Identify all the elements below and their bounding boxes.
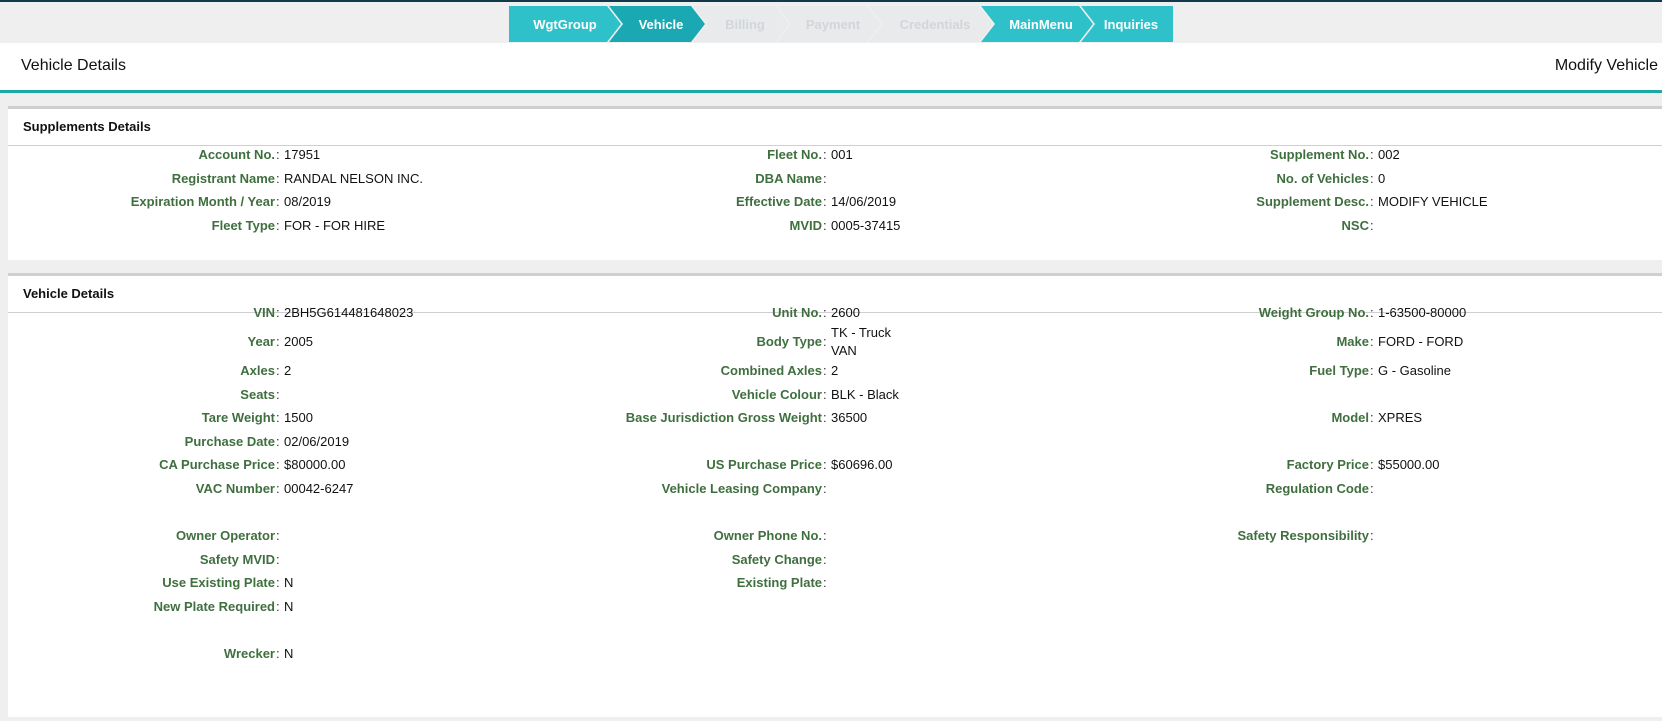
field-supplement-desc: Supplement Desc.: MODIFY VEHICLE (0, 194, 1662, 214)
page-title: Vehicle Details (21, 57, 126, 74)
step-label: Vehicle (638, 16, 684, 32)
field-separator: : (276, 646, 280, 661)
field-separator: : (1370, 194, 1374, 209)
field-purchase-date: Purchase Date:02/06/2019 (0, 434, 1662, 454)
field-no-of-vehicles: No. of Vehicles:0 (0, 171, 1662, 191)
step-label: WgtGroup (533, 16, 597, 32)
top-border (0, 0, 1662, 2)
step-label: Credentials (899, 16, 971, 32)
field-label: Wrecker (223, 646, 275, 661)
field-separator: : (1370, 305, 1374, 320)
step-billing: Billing (693, 6, 789, 42)
field-label: Make (1336, 334, 1369, 349)
step-inquiries[interactable]: Inquiries (1081, 6, 1173, 42)
field-regulation-code: Regulation Code: (0, 481, 1662, 501)
field-value: N (284, 599, 294, 614)
field-separator: : (276, 434, 280, 449)
field-nsc: NSC: (0, 218, 1662, 238)
field-separator: : (1370, 363, 1374, 378)
field-factory-price: Factory Price: $55000.00 (0, 457, 1662, 477)
field-label: Model (1331, 410, 1369, 425)
field-label: Existing Plate (736, 575, 822, 590)
field-supplement-no: Supplement No.:002 (0, 147, 1662, 167)
page-header: Vehicle Details Modify Vehicle (0, 43, 1662, 93)
field-new-plate-required: New Plate Required: N (0, 599, 1662, 619)
field-value: MODIFY VEHICLE (1378, 194, 1488, 209)
page-action-title: Modify Vehicle (1554, 57, 1658, 74)
step-label: Inquiries (1103, 16, 1159, 32)
field-separator: : (1370, 457, 1374, 472)
field-separator: : (1370, 481, 1374, 496)
field-separator: : (823, 387, 827, 402)
step-payment: Payment (777, 6, 881, 42)
field-label: New Plate Required (153, 599, 275, 614)
field-label: Safety Change (731, 552, 822, 567)
wizard-steps: WgtGroup Vehicle Billing Payment Credent… (509, 6, 1173, 42)
field-label: Supplement Desc. (1256, 194, 1369, 209)
field-model: Model: XPRES (0, 410, 1662, 430)
field-value: 002 (1378, 147, 1400, 162)
field-label: NSC (1341, 218, 1369, 233)
field-label: Regulation Code (1265, 481, 1369, 496)
field-label: Supplement No. (1270, 147, 1369, 162)
field-existing-plate: Existing Plate: (0, 575, 1662, 595)
field-value: 02/06/2019 (284, 434, 350, 449)
field-make: Make: FORD - FORD (0, 334, 1662, 354)
step-label: MainMenu (1009, 16, 1073, 32)
field-safety-change: Safety Change: (0, 552, 1662, 572)
step-label: Billing (725, 16, 765, 32)
field-value: XPRES (1378, 410, 1423, 425)
step-label: Payment (805, 16, 861, 32)
step-credentials: Credentials (869, 6, 993, 42)
field-separator: : (1370, 334, 1374, 349)
field-separator: : (1370, 218, 1374, 233)
field-vehicle-colour: Vehicle Colour: BLK - Black (0, 387, 1662, 407)
field-label: Fuel Type (1309, 363, 1369, 378)
field-label: Purchase Date (184, 434, 275, 449)
field-label: Vehicle Colour (731, 387, 822, 402)
field-safety-responsibility: Safety Responsibility: (0, 528, 1662, 548)
field-label: Safety Responsibility (1237, 528, 1369, 543)
field-separator: : (823, 575, 827, 590)
field-value: FORD - FORD (1378, 334, 1464, 349)
field-separator: : (1370, 147, 1374, 162)
field-label: No. of Vehicles (1276, 171, 1369, 186)
step-mainmenu[interactable]: MainMenu (981, 6, 1093, 42)
field-value: $55000.00 (1378, 457, 1440, 472)
field-wrecker: Wrecker: N (0, 646, 1662, 666)
field-separator: : (276, 599, 280, 614)
step-wgtgroup[interactable]: WgtGroup (509, 6, 621, 42)
field-separator: : (1370, 528, 1374, 543)
field-separator: : (1370, 171, 1374, 186)
field-fuel-type: Fuel Type: G - Gasoline (0, 363, 1662, 383)
field-value: 1-63500-80000 (1378, 305, 1467, 320)
field-value: G - Gasoline (1378, 363, 1451, 378)
field-value: N (284, 646, 294, 661)
step-vehicle[interactable]: Vehicle (609, 6, 705, 42)
field-separator: : (1370, 410, 1374, 425)
field-label: Factory Price (1286, 457, 1369, 472)
section-title: Supplements Details (8, 109, 1662, 146)
field-value: 0 (1378, 171, 1386, 186)
field-separator: : (823, 552, 827, 567)
field-label: Weight Group No. (1258, 305, 1369, 320)
field-weight-group-no: Weight Group No.:1-63500-80000 (0, 305, 1662, 325)
field-value: BLK - Black (831, 387, 899, 402)
